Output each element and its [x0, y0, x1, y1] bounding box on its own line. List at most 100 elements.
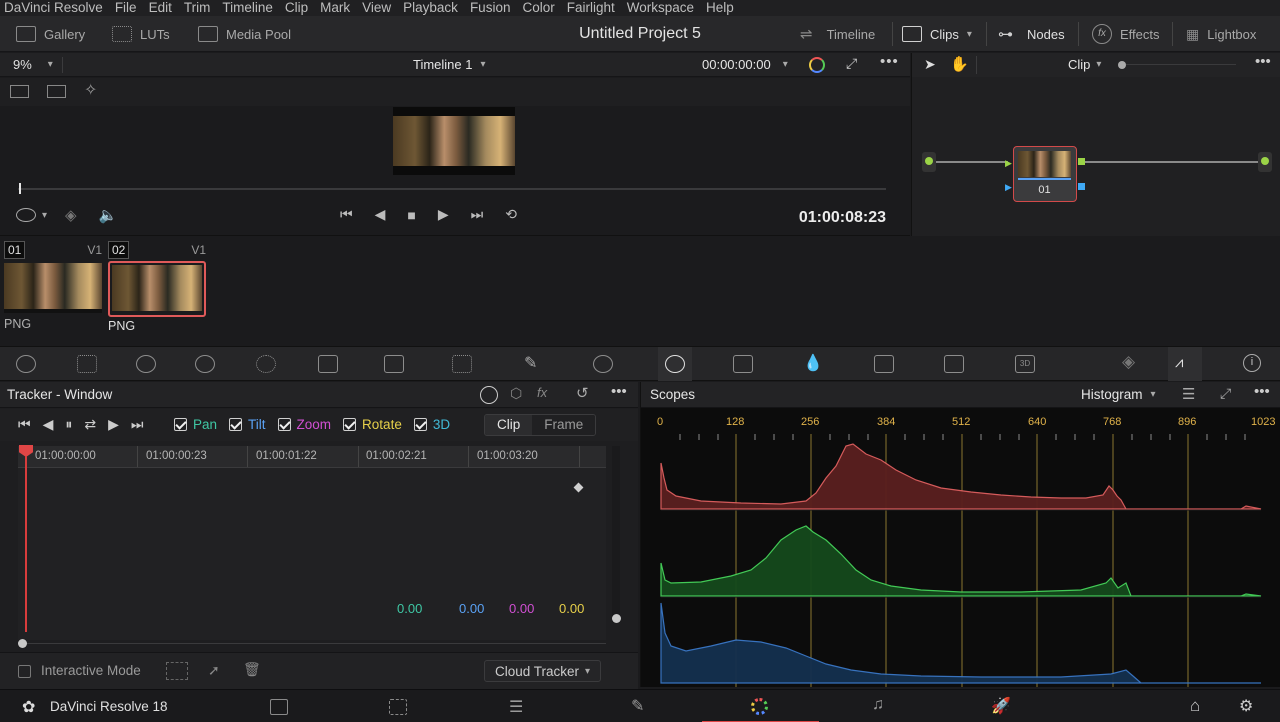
- zoom-checkbox[interactable]: [277, 418, 291, 431]
- menu-view[interactable]: View: [362, 1, 391, 15]
- cut-page-icon[interactable]: [389, 699, 407, 715]
- reset-icon[interactable]: ↺: [576, 384, 589, 402]
- menu-color[interactable]: Color: [522, 1, 554, 15]
- source-timecode-select[interactable]: 00:00:00:00 ▾: [702, 57, 788, 72]
- color-node-01[interactable]: 01: [1013, 146, 1077, 202]
- viewer-scrub-bar[interactable]: [18, 188, 886, 190]
- playhead[interactable]: [19, 183, 21, 194]
- magic-wand-icon[interactable]: ✧: [84, 80, 97, 100]
- color-match-icon[interactable]: [77, 355, 97, 373]
- color-wheel-icon[interactable]: [809, 57, 825, 73]
- vertical-zoom-track[interactable]: [612, 446, 620, 622]
- delete-point-icon[interactable]: 🗑: [243, 661, 261, 678]
- color-wheels-icon[interactable]: [136, 355, 156, 373]
- node-zoom-slider-handle[interactable]: [1118, 61, 1126, 69]
- horizontal-zoom-track[interactable]: [18, 643, 606, 644]
- menu-trim[interactable]: Trim: [184, 1, 211, 15]
- grid-view-icon[interactable]: [47, 85, 66, 98]
- add-point-icon[interactable]: ➚: [208, 662, 220, 679]
- fusion-page-icon[interactable]: ✎: [631, 696, 644, 716]
- window-tracker-icon[interactable]: [480, 386, 498, 404]
- more-options-icon[interactable]: •••: [1255, 53, 1271, 70]
- motion-effects-icon[interactable]: [318, 355, 338, 373]
- camera-raw-icon[interactable]: [16, 355, 36, 373]
- more-options-icon[interactable]: •••: [611, 383, 627, 400]
- skip-to-end-icon[interactable]: ⏭: [471, 206, 484, 223]
- scope-settings-icon[interactable]: ☰: [1182, 385, 1195, 403]
- scope-type-select[interactable]: Histogram ▾: [1081, 387, 1156, 402]
- track-both-icon[interactable]: ⇄: [84, 416, 96, 433]
- clip-thumbnail-1[interactable]: 01 V1 PNG: [4, 241, 102, 331]
- transform-icon[interactable]: [16, 208, 36, 222]
- clip-thumbnail-2[interactable]: 02 V1 PNG: [108, 241, 206, 333]
- insert-points-icon[interactable]: [166, 662, 188, 680]
- media-pool-button[interactable]: Media Pool: [198, 16, 291, 52]
- rotate-checkbox[interactable]: [343, 418, 357, 431]
- chevron-down-icon[interactable]: ▾: [42, 210, 47, 221]
- play-reverse-icon[interactable]: ◀: [375, 206, 386, 223]
- clips-button[interactable]: Clips ▾: [902, 16, 972, 52]
- menu-workspace[interactable]: Workspace: [627, 1, 694, 15]
- menu-edit[interactable]: Edit: [149, 1, 172, 15]
- qualifier-icon[interactable]: ✎: [524, 353, 537, 373]
- curves-icon[interactable]: [384, 355, 404, 373]
- 3d-checkbox[interactable]: [413, 418, 427, 431]
- blur-icon[interactable]: 💧: [803, 353, 823, 373]
- gallery-button[interactable]: Gallery: [16, 16, 85, 52]
- menu-clip[interactable]: Clip: [285, 1, 308, 15]
- home-icon[interactable]: ⌂: [1190, 696, 1200, 716]
- menu-help[interactable]: Help: [706, 1, 734, 15]
- lightbox-button[interactable]: ▦ Lightbox: [1186, 16, 1256, 52]
- pointer-icon[interactable]: ➤: [924, 56, 936, 73]
- tilt-checkbox[interactable]: [229, 418, 243, 431]
- fx-tracker-icon[interactable]: fx: [537, 385, 547, 400]
- rgb-mixer-icon[interactable]: [256, 355, 276, 373]
- node-mode-select[interactable]: Clip ▾: [1068, 57, 1101, 72]
- track-forward-icon[interactable]: ▶: [108, 416, 119, 433]
- settings-gear-icon[interactable]: ⚙: [1239, 696, 1253, 716]
- deliver-page-icon[interactable]: 🚀: [991, 696, 1011, 716]
- menu-app[interactable]: DaVinci Resolve: [4, 1, 103, 15]
- sizing-icon[interactable]: [944, 355, 964, 373]
- tracker-ruler[interactable]: 01:00:00:00 01:00:00:23 01:00:01:22 01:0…: [18, 446, 606, 468]
- hand-icon[interactable]: ✋: [950, 55, 969, 73]
- info-icon[interactable]: i: [1243, 354, 1261, 372]
- tracker-tab-active[interactable]: [658, 347, 692, 381]
- volume-icon[interactable]: 🔈: [99, 206, 118, 224]
- more-options-icon[interactable]: •••: [880, 53, 899, 70]
- hdr-wheels-icon[interactable]: [195, 355, 215, 373]
- window-icon[interactable]: [593, 355, 613, 373]
- nodes-button[interactable]: ⊶ Nodes: [998, 16, 1065, 52]
- layers-icon[interactable]: ◈: [65, 206, 77, 224]
- stop-icon[interactable]: ■: [407, 207, 415, 223]
- expand-icon[interactable]: ⤢: [1220, 385, 1231, 402]
- fullscreen-icon[interactable]: ⤢: [846, 55, 857, 72]
- track-to-start-icon[interactable]: ⏮: [18, 416, 31, 433]
- menu-timeline[interactable]: Timeline: [222, 1, 273, 15]
- color-warper-icon[interactable]: [452, 355, 472, 373]
- menu-fusion[interactable]: Fusion: [470, 1, 511, 15]
- skip-to-start-icon[interactable]: ⏮: [340, 206, 353, 223]
- menu-fairlight[interactable]: Fairlight: [567, 1, 615, 15]
- zoom-select[interactable]: 9% ▾: [13, 57, 53, 72]
- timeline-select[interactable]: Timeline 1 ▾: [413, 57, 486, 72]
- split-view-icon[interactable]: [10, 85, 29, 98]
- track-to-end-icon[interactable]: ⏭: [131, 416, 144, 433]
- magic-mask-icon[interactable]: [733, 355, 753, 373]
- luts-button[interactable]: LUTs: [112, 16, 170, 52]
- menu-file[interactable]: File: [115, 1, 137, 15]
- pause-icon[interactable]: ⏸: [65, 416, 72, 433]
- stabilizer-icon[interactable]: ⬡: [510, 385, 522, 402]
- timeline-button[interactable]: ⇌ Timeline: [800, 16, 875, 52]
- keyframes-icon[interactable]: ◈: [1122, 352, 1135, 372]
- menu-playback[interactable]: Playback: [403, 1, 458, 15]
- tracker-type-select[interactable]: Cloud Tracker ▾: [484, 660, 602, 682]
- fairlight-page-icon[interactable]: ♫: [872, 696, 884, 714]
- more-options-icon[interactable]: •••: [1254, 383, 1270, 400]
- media-page-icon[interactable]: [270, 699, 288, 715]
- effects-button[interactable]: fx Effects: [1092, 16, 1160, 52]
- color-page-tab[interactable]: [702, 690, 819, 722]
- key-icon[interactable]: [874, 355, 894, 373]
- loop-icon[interactable]: ⟲: [505, 206, 517, 223]
- track-reverse-icon[interactable]: ◀: [43, 416, 54, 433]
